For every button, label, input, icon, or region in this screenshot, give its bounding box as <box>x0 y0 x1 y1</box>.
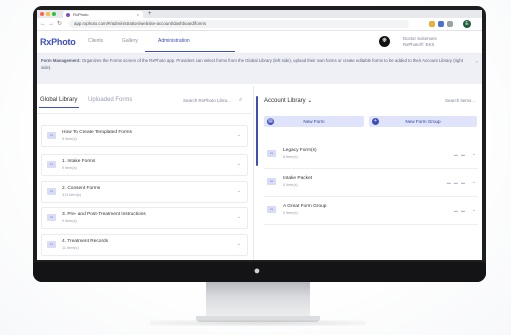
nav-clients[interactable]: Clients <box>88 38 103 44</box>
folder-count: 9 item(s) <box>62 219 77 223</box>
chevron-down-icon[interactable]: ⌄ <box>237 188 241 194</box>
maximize-window-icon[interactable] <box>52 12 56 16</box>
active-tab-underline <box>39 107 79 108</box>
folder-count: 5 item(s) <box>62 137 77 141</box>
folder-count: 0 item(s) <box>283 183 298 187</box>
account-library-title[interactable]: Account Library ⌄ <box>264 97 312 104</box>
tab-global-library[interactable]: Global Library <box>40 97 77 103</box>
folder-title: How To Create Templated Forms <box>62 130 132 135</box>
info-banner: Form Management: Organizes the Forms scr… <box>37 54 482 84</box>
more-options-icon[interactable]: ▬ ▬ <box>454 208 466 213</box>
folder-title: Intake Packet <box>283 176 313 181</box>
new-form-group-label: New Form Group <box>405 119 441 124</box>
url-field[interactable]: app.rxphoto.com/#/administration/website… <box>69 20 409 28</box>
chevron-down-icon[interactable]: ⌄ <box>237 132 241 138</box>
browser-tab-bar: RxPhoto × + <box>37 10 482 18</box>
browser-tab-title: RxPhoto <box>73 12 89 17</box>
browser-address-bar: ← → ↻ app.rxphoto.com/#/administration/w… <box>37 18 482 31</box>
library-folder-card[interactable]: ▭ How To Create Templated Forms 5 item(s… <box>41 125 248 147</box>
folder-icon: ▭ <box>267 178 276 185</box>
chevron-down-icon[interactable]: ⌄ <box>237 241 241 247</box>
folder-icon: ▭ <box>47 132 56 139</box>
chevron-down-icon[interactable]: ⌄ <box>237 214 241 220</box>
account-folder-row[interactable]: ▭ Legacy Form(s) 8 item(s) ▬ ▬ ⌄ <box>264 144 478 169</box>
folder-icon: ▭ <box>267 150 276 157</box>
panel-separator <box>253 86 254 260</box>
close-tab-icon[interactable]: × <box>137 11 139 18</box>
nav-gallery[interactable]: Gallery <box>122 38 138 44</box>
new-form-button[interactable]: ▤ New Form <box>264 116 364 127</box>
account-folder-row[interactable]: ▭ Intake Packet 0 item(s) ▬ ▬ ▬ ⌄ <box>264 172 478 197</box>
nav-active-underline <box>145 51 235 52</box>
folder-title: Legacy Form(s) <box>283 148 317 153</box>
app-logo[interactable]: RxPhoto <box>40 37 76 47</box>
browser-tab[interactable]: RxPhoto × <box>63 11 143 18</box>
new-tab-button[interactable]: + <box>148 10 152 18</box>
nav-administration[interactable]: Administration <box>158 38 190 44</box>
chevron-down-icon[interactable]: ⌄ <box>237 161 241 167</box>
folder-icon: ▭ <box>47 161 56 168</box>
clinic-logo-icon[interactable]: ❋ <box>379 36 390 47</box>
document-icon: ▤ <box>267 118 274 125</box>
back-icon[interactable]: ← <box>40 19 46 29</box>
user-account: RxPhoto®: EKS <box>403 42 435 47</box>
more-options-icon[interactable]: ▬ ▬ ▬ <box>447 180 466 185</box>
user-info[interactable]: Doctor Solomons RxPhoto®: EKS <box>403 36 437 48</box>
search-icon[interactable]: ⌕ <box>239 97 242 104</box>
close-icon[interactable]: × <box>476 59 478 64</box>
folder-icon: ▭ <box>47 188 56 195</box>
account-library-panel: Account Library ⌄ Search items... ⌕ ▤ Ne… <box>259 86 482 260</box>
folder-title: 4. Treatment Records <box>62 239 109 244</box>
extension-icon[interactable] <box>429 21 435 27</box>
library-folder-card[interactable]: ▭ 1. Intake Forms 9 item(s) ⌄ <box>41 154 248 176</box>
info-banner-title: Form Management: <box>41 58 81 63</box>
scrollbar[interactable] <box>256 96 258 166</box>
global-library-panel: Global Library Uploaded Forms Search RxP… <box>37 86 251 260</box>
chevron-down-icon: ⌄ <box>307 98 313 104</box>
folder-count: 11 item(s) <box>62 246 79 250</box>
panel-divider <box>37 113 251 114</box>
folder-count: 8 item(s) <box>283 155 298 159</box>
info-banner-body: Organizes the Forms screen of the RxPhot… <box>41 58 464 70</box>
folder-title: A Great Form Group <box>283 204 327 209</box>
more-options-icon[interactable]: ▬ ▬ <box>454 152 466 157</box>
close-window-icon[interactable] <box>40 12 44 16</box>
browser-profile-avatar[interactable]: E <box>463 20 471 28</box>
new-form-group-button[interactable]: + New Form Group <box>369 116 477 127</box>
info-banner-text: Form Management: Organizes the Forms scr… <box>41 58 471 71</box>
chevron-down-icon[interactable]: ⌄ <box>472 179 476 185</box>
tab-uploaded-forms[interactable]: Uploaded Forms <box>88 97 132 103</box>
monitor-screen: RxPhoto × + ← → ↻ app.rxphoto.com/#/admi… <box>37 10 482 260</box>
library-folder-card[interactable]: ▭ 3. Pre- and Post-Treatment Instruction… <box>41 207 248 229</box>
plus-icon: + <box>372 118 379 125</box>
folder-title: 2. Consent Forms <box>62 186 101 191</box>
account-library-search-input[interactable]: Search items... <box>445 98 475 103</box>
folder-title: 1. Intake Forms <box>62 159 96 164</box>
folder-title: 3. Pre- and Post-Treatment Instructions <box>62 212 146 217</box>
extension-icon[interactable] <box>438 21 444 27</box>
folder-icon: ▭ <box>267 206 276 213</box>
folder-count: 313 item(s) <box>62 193 81 197</box>
folder-count: 0 item(s) <box>283 211 298 215</box>
new-form-label: New Form <box>303 119 325 124</box>
folder-count: 9 item(s) <box>62 166 77 170</box>
monitor-stand <box>206 282 310 318</box>
account-library-label: Account Library <box>264 98 306 104</box>
extensions-puzzle-icon[interactable] <box>447 21 453 27</box>
library-folder-card[interactable]: ▭ 2. Consent Forms 313 item(s) ⌄ <box>41 181 248 203</box>
chevron-down-icon[interactable]: ⌄ <box>472 207 476 213</box>
app-header: RxPhoto Clients Gallery Administration ❋… <box>37 31 482 54</box>
global-library-search-input[interactable]: Search RxPhoto Libra... <box>183 98 231 103</box>
favicon-icon <box>66 12 70 17</box>
folder-icon: ▭ <box>47 214 56 221</box>
forward-icon[interactable]: → <box>48 19 54 29</box>
chevron-down-icon[interactable]: ⌄ <box>472 151 476 157</box>
minimize-window-icon[interactable] <box>46 12 50 16</box>
account-folder-row[interactable]: ▭ A Great Form Group 0 item(s) ▬ ▬ ⌄ <box>264 200 478 225</box>
apple-logo-icon: ● <box>253 265 261 277</box>
stand-shadow <box>150 320 366 326</box>
library-folder-card[interactable]: ▭ 4. Treatment Records 11 item(s) ⌄ <box>41 234 248 256</box>
reload-icon[interactable]: ↻ <box>57 19 62 29</box>
folder-icon: ▭ <box>47 241 56 248</box>
